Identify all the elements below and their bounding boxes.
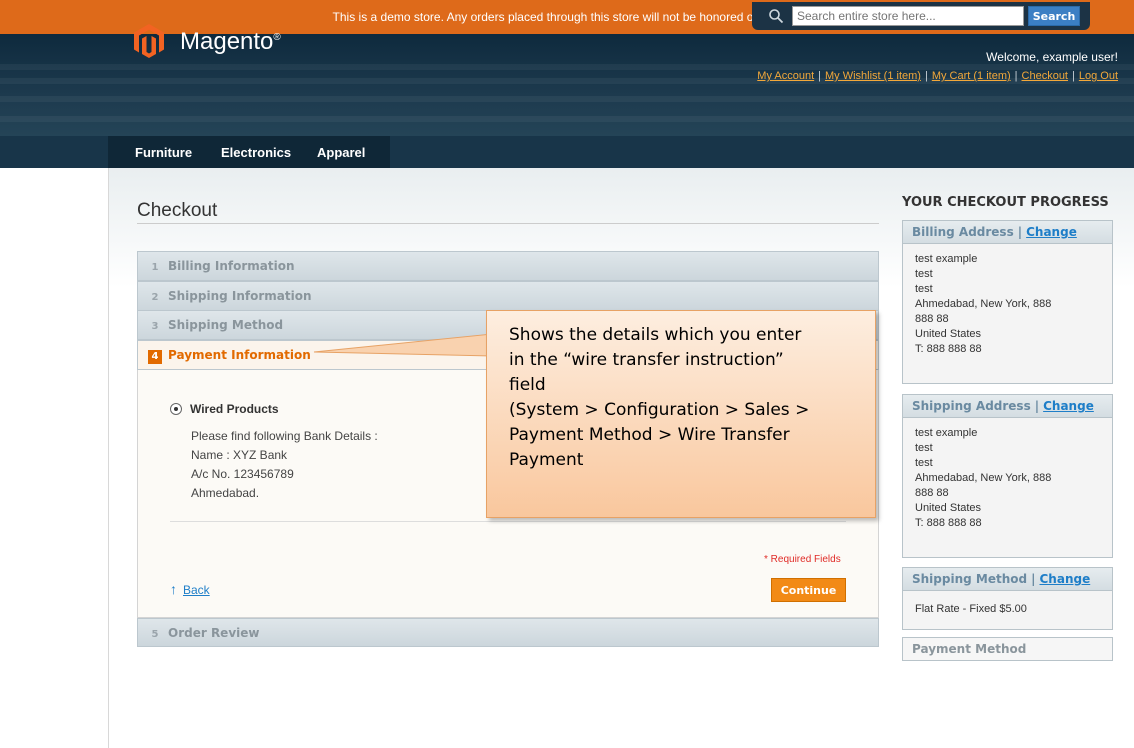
nav-item-furniture[interactable]: Furniture — [135, 145, 192, 160]
search-icon — [769, 9, 784, 24]
page-title: Checkout — [137, 200, 218, 221]
title-divider — [137, 223, 879, 224]
step-billing-information[interactable]: 1 Billing Information — [137, 251, 879, 281]
shipping-address-body: test example test test Ahmedabad, New Yo… — [902, 418, 1113, 558]
bank-details-line: A/c No. 123456789 — [191, 467, 294, 481]
bank-details-line: Please find following Bank Details : — [191, 429, 378, 443]
bank-details-line: Ahmedabad. — [191, 486, 260, 500]
log-out-link[interactable]: Log Out — [1079, 70, 1118, 82]
search-bar: Search — [752, 2, 1090, 30]
step-shipping-information[interactable]: 2 Shipping Information — [137, 281, 879, 311]
billing-change-link[interactable]: Change — [1026, 225, 1077, 239]
search-button[interactable]: Search — [1028, 6, 1080, 26]
shipping-method-change-link[interactable]: Change — [1040, 572, 1091, 586]
checkout-progress-title: YOUR CHECKOUT PROGRESS — [902, 195, 1109, 210]
payment-method-header: Payment Method — [902, 637, 1113, 661]
payment-method-label[interactable]: Wired Products — [190, 402, 279, 416]
shipping-address-change-link[interactable]: Change — [1043, 399, 1094, 413]
search-input[interactable] — [792, 6, 1024, 26]
shipping-method-body: Flat Rate - Fixed $5.00 — [902, 591, 1113, 630]
magento-logo-icon[interactable] — [134, 24, 164, 58]
my-account-link[interactable]: My Account — [757, 70, 814, 82]
form-divider — [170, 521, 846, 522]
continue-button[interactable]: Continue — [771, 578, 846, 602]
logo-text[interactable]: Magento® — [180, 28, 281, 56]
nav-item-apparel[interactable]: Apparel — [317, 145, 365, 160]
shipping-address-header: Shipping Address | Change — [902, 394, 1113, 418]
my-cart-link[interactable]: My Cart (1 item) — [932, 70, 1011, 82]
billing-address-body: test example test test Ahmedabad, New Yo… — [902, 244, 1113, 384]
arrow-up-icon: ↑ — [170, 581, 177, 597]
required-fields-note: * Required Fields — [764, 554, 841, 565]
site-header — [0, 34, 1134, 136]
welcome-message: Welcome, example user! — [986, 50, 1118, 64]
wired-products-radio[interactable] — [170, 403, 182, 415]
shipping-method-header: Shipping Method | Change — [902, 567, 1113, 591]
annotation-callout: Shows the details which you enter in the… — [486, 310, 876, 518]
nav-item-electronics[interactable]: Electronics — [221, 145, 291, 160]
my-wishlist-link[interactable]: My Wishlist (1 item) — [825, 70, 921, 82]
back-link[interactable]: ↑ Back — [170, 581, 210, 597]
billing-address-header: Billing Address | Change — [902, 220, 1113, 244]
step-order-review[interactable]: 5 Order Review — [137, 618, 879, 647]
checkout-link[interactable]: Checkout — [1022, 70, 1068, 82]
main-nav: Furniture Electronics Apparel — [0, 136, 1134, 168]
account-links: My Account | My Wishlist (1 item) | My Cart … — [757, 70, 1118, 82]
bank-details-line: Name : XYZ Bank — [191, 448, 288, 462]
